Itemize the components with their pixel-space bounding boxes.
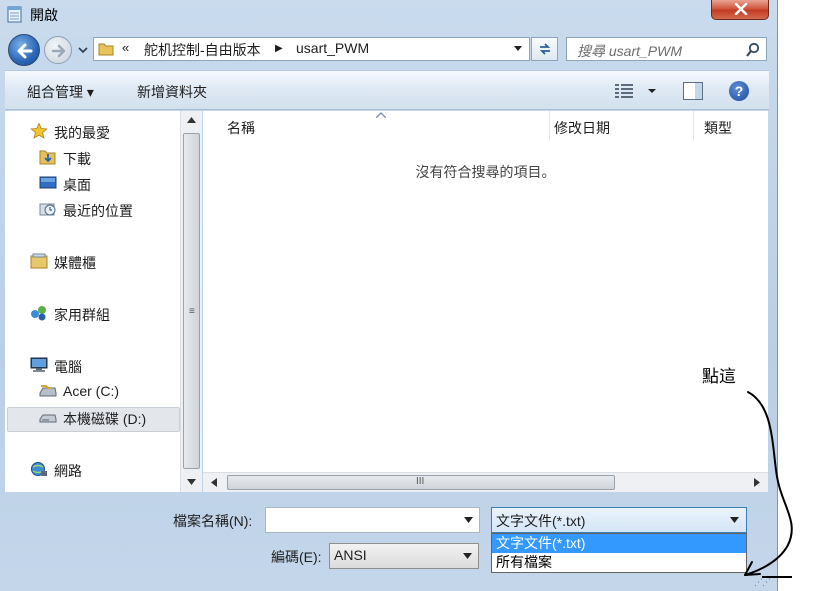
annotation-arrow-icon <box>744 391 793 578</box>
